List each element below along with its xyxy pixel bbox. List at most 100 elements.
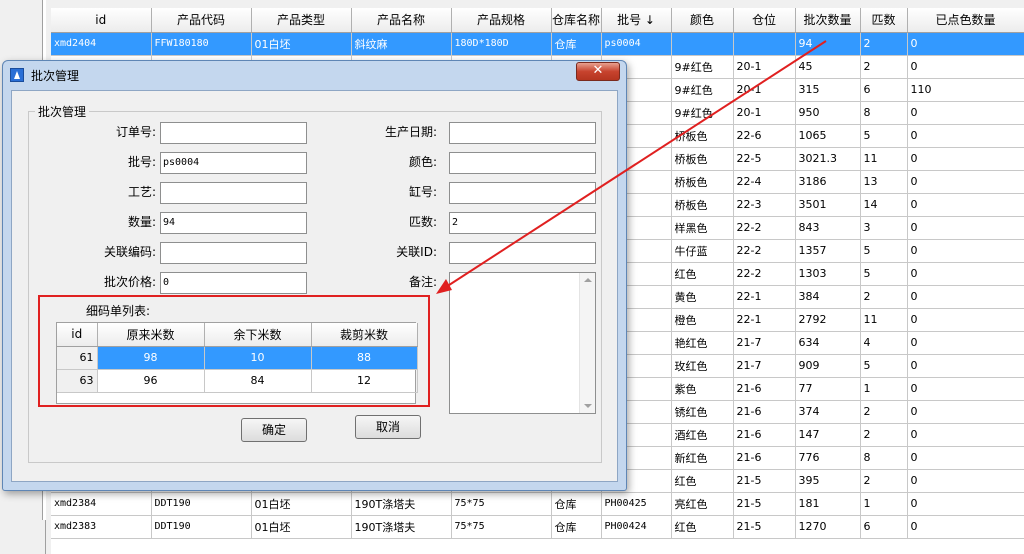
grid-cell[interactable]: DDT190 bbox=[151, 515, 252, 539]
grid-cell[interactable]: 0 bbox=[907, 262, 1024, 286]
grid-cell[interactable]: 黄色 bbox=[671, 285, 734, 309]
grid-cell[interactable]: 75*75 bbox=[451, 492, 552, 516]
grid-cell[interactable]: 9#红色 bbox=[671, 78, 734, 102]
grid-cell[interactable]: 仓库 bbox=[551, 492, 602, 516]
grid-cell[interactable]: 2 bbox=[860, 423, 908, 447]
close-button[interactable]: ✕ bbox=[576, 62, 620, 81]
grid-column-header[interactable]: 产品规格 bbox=[451, 8, 552, 33]
grid-cell[interactable]: 玫红色 bbox=[671, 354, 734, 378]
grid-cell[interactable]: 0 bbox=[907, 492, 1024, 516]
grid-cell[interactable]: 22-4 bbox=[733, 170, 796, 194]
grid-cell[interactable]: 红色 bbox=[671, 515, 734, 539]
grid-cell[interactable]: 843 bbox=[795, 216, 861, 240]
grid-cell[interactable]: 4 bbox=[860, 331, 908, 355]
grid-cell[interactable]: 5 bbox=[860, 354, 908, 378]
grid-cell[interactable]: 22-5 bbox=[733, 147, 796, 171]
grid-cell[interactable]: 5 bbox=[860, 262, 908, 286]
grid-cell[interactable]: 21-6 bbox=[733, 446, 796, 470]
grid-cell[interactable]: 180D*180D bbox=[451, 32, 552, 56]
grid-cell[interactable]: 2 bbox=[860, 285, 908, 309]
grid-cell[interactable]: 2792 bbox=[795, 308, 861, 332]
grid-cell[interactable]: 11 bbox=[860, 308, 908, 332]
grid-cell[interactable]: 181 bbox=[795, 492, 861, 516]
grid-cell[interactable]: 21-7 bbox=[733, 331, 796, 355]
grid-cell[interactable]: 3186 bbox=[795, 170, 861, 194]
related-code-field[interactable] bbox=[160, 242, 307, 264]
production-date-field[interactable] bbox=[449, 122, 596, 144]
grid-cell[interactable]: 75*75 bbox=[451, 515, 552, 539]
grid-cell[interactable]: 3501 bbox=[795, 193, 861, 217]
grid-cell[interactable]: 22-1 bbox=[733, 285, 796, 309]
grid-cell[interactable]: 2 bbox=[860, 469, 908, 493]
grid-cell[interactable]: 374 bbox=[795, 400, 861, 424]
grid-cell[interactable]: 6 bbox=[860, 78, 908, 102]
quantity-field[interactable]: 94 bbox=[160, 212, 307, 234]
grid-cell[interactable]: 45 bbox=[795, 55, 861, 79]
scroll-down-icon[interactable] bbox=[584, 404, 592, 408]
grid-cell[interactable]: 9#红色 bbox=[671, 101, 734, 125]
grid-cell[interactable]: 21-5 bbox=[733, 492, 796, 516]
batch-no-field[interactable]: ps0004 bbox=[160, 152, 307, 174]
grid-cell[interactable]: 仓库 bbox=[551, 32, 602, 56]
grid-cell[interactable]: 22-6 bbox=[733, 124, 796, 148]
grid-cell[interactable]: 1 bbox=[860, 377, 908, 401]
grid-cell[interactable]: FFW180180 bbox=[151, 32, 252, 56]
grid-cell[interactable]: 909 bbox=[795, 354, 861, 378]
grid-cell[interactable]: 2 bbox=[860, 400, 908, 424]
grid-cell[interactable]: xmd2404 bbox=[51, 32, 152, 56]
grid-cell[interactable]: 0 bbox=[907, 515, 1024, 539]
grid-column-header[interactable]: 批次数量 bbox=[795, 8, 861, 33]
grid-cell[interactable]: xmd2383 bbox=[51, 515, 152, 539]
grid-cell[interactable] bbox=[671, 32, 734, 56]
grid-cell[interactable]: 1270 bbox=[795, 515, 861, 539]
grid-cell[interactable]: 0 bbox=[907, 469, 1024, 493]
grid-cell[interactable]: 0 bbox=[907, 239, 1024, 263]
grid-cell[interactable]: 22-2 bbox=[733, 216, 796, 240]
grid-cell[interactable]: DDT190 bbox=[151, 492, 252, 516]
grid-cell[interactable]: 0 bbox=[907, 285, 1024, 309]
remark-field[interactable] bbox=[449, 272, 596, 414]
grid-cell[interactable]: 2 bbox=[860, 32, 908, 56]
grid-cell[interactable]: 01白坯 bbox=[251, 492, 352, 516]
grid-cell[interactable] bbox=[733, 32, 796, 56]
grid-cell[interactable]: 0 bbox=[907, 170, 1024, 194]
ok-button[interactable]: 确定 bbox=[241, 418, 307, 442]
grid-cell[interactable]: 950 bbox=[795, 101, 861, 125]
grid-cell[interactable]: 0 bbox=[907, 216, 1024, 240]
grid-cell[interactable]: 384 bbox=[795, 285, 861, 309]
grid-cell[interactable]: 8 bbox=[860, 101, 908, 125]
grid-cell[interactable]: xmd2384 bbox=[51, 492, 152, 516]
grid-cell[interactable]: 桥板色 bbox=[671, 147, 734, 171]
cancel-button[interactable]: 取消 bbox=[355, 415, 421, 439]
grid-cell[interactable]: 1 bbox=[860, 492, 908, 516]
grid-cell[interactable]: 20-1 bbox=[733, 101, 796, 125]
grid-cell[interactable]: 13 bbox=[860, 170, 908, 194]
grid-cell[interactable]: 21-7 bbox=[733, 354, 796, 378]
remark-scrollbar[interactable] bbox=[579, 273, 595, 413]
related-id-field[interactable] bbox=[449, 242, 596, 264]
grid-cell[interactable]: 22-1 bbox=[733, 308, 796, 332]
grid-cell[interactable]: 新红色 bbox=[671, 446, 734, 470]
grid-cell[interactable]: 110 bbox=[907, 78, 1024, 102]
grid-cell[interactable]: 1357 bbox=[795, 239, 861, 263]
grid-cell[interactable]: 20-1 bbox=[733, 55, 796, 79]
grid-cell[interactable]: 21-5 bbox=[733, 515, 796, 539]
grid-cell[interactable]: 315 bbox=[795, 78, 861, 102]
order-no-field[interactable] bbox=[160, 122, 307, 144]
grid-cell[interactable]: 样黑色 bbox=[671, 216, 734, 240]
grid-cell[interactable]: 斜纹麻 bbox=[351, 32, 452, 56]
grid-cell[interactable]: 11 bbox=[860, 147, 908, 171]
grid-cell[interactable]: 22-3 bbox=[733, 193, 796, 217]
grid-cell[interactable]: 22-2 bbox=[733, 239, 796, 263]
grid-cell[interactable]: 1303 bbox=[795, 262, 861, 286]
grid-cell[interactable]: 21-5 bbox=[733, 469, 796, 493]
grid-column-header[interactable]: id bbox=[51, 8, 152, 33]
grid-cell[interactable]: 776 bbox=[795, 446, 861, 470]
grid-cell[interactable]: 红色 bbox=[671, 469, 734, 493]
grid-column-header[interactable]: 产品代码 bbox=[151, 8, 252, 33]
grid-cell[interactable]: 桥板色 bbox=[671, 124, 734, 148]
grid-cell[interactable]: 21-6 bbox=[733, 400, 796, 424]
dialog-titlebar[interactable]: 批次管理 ✕ bbox=[3, 61, 626, 87]
grid-cell[interactable]: 6 bbox=[860, 515, 908, 539]
grid-cell[interactable]: 147 bbox=[795, 423, 861, 447]
